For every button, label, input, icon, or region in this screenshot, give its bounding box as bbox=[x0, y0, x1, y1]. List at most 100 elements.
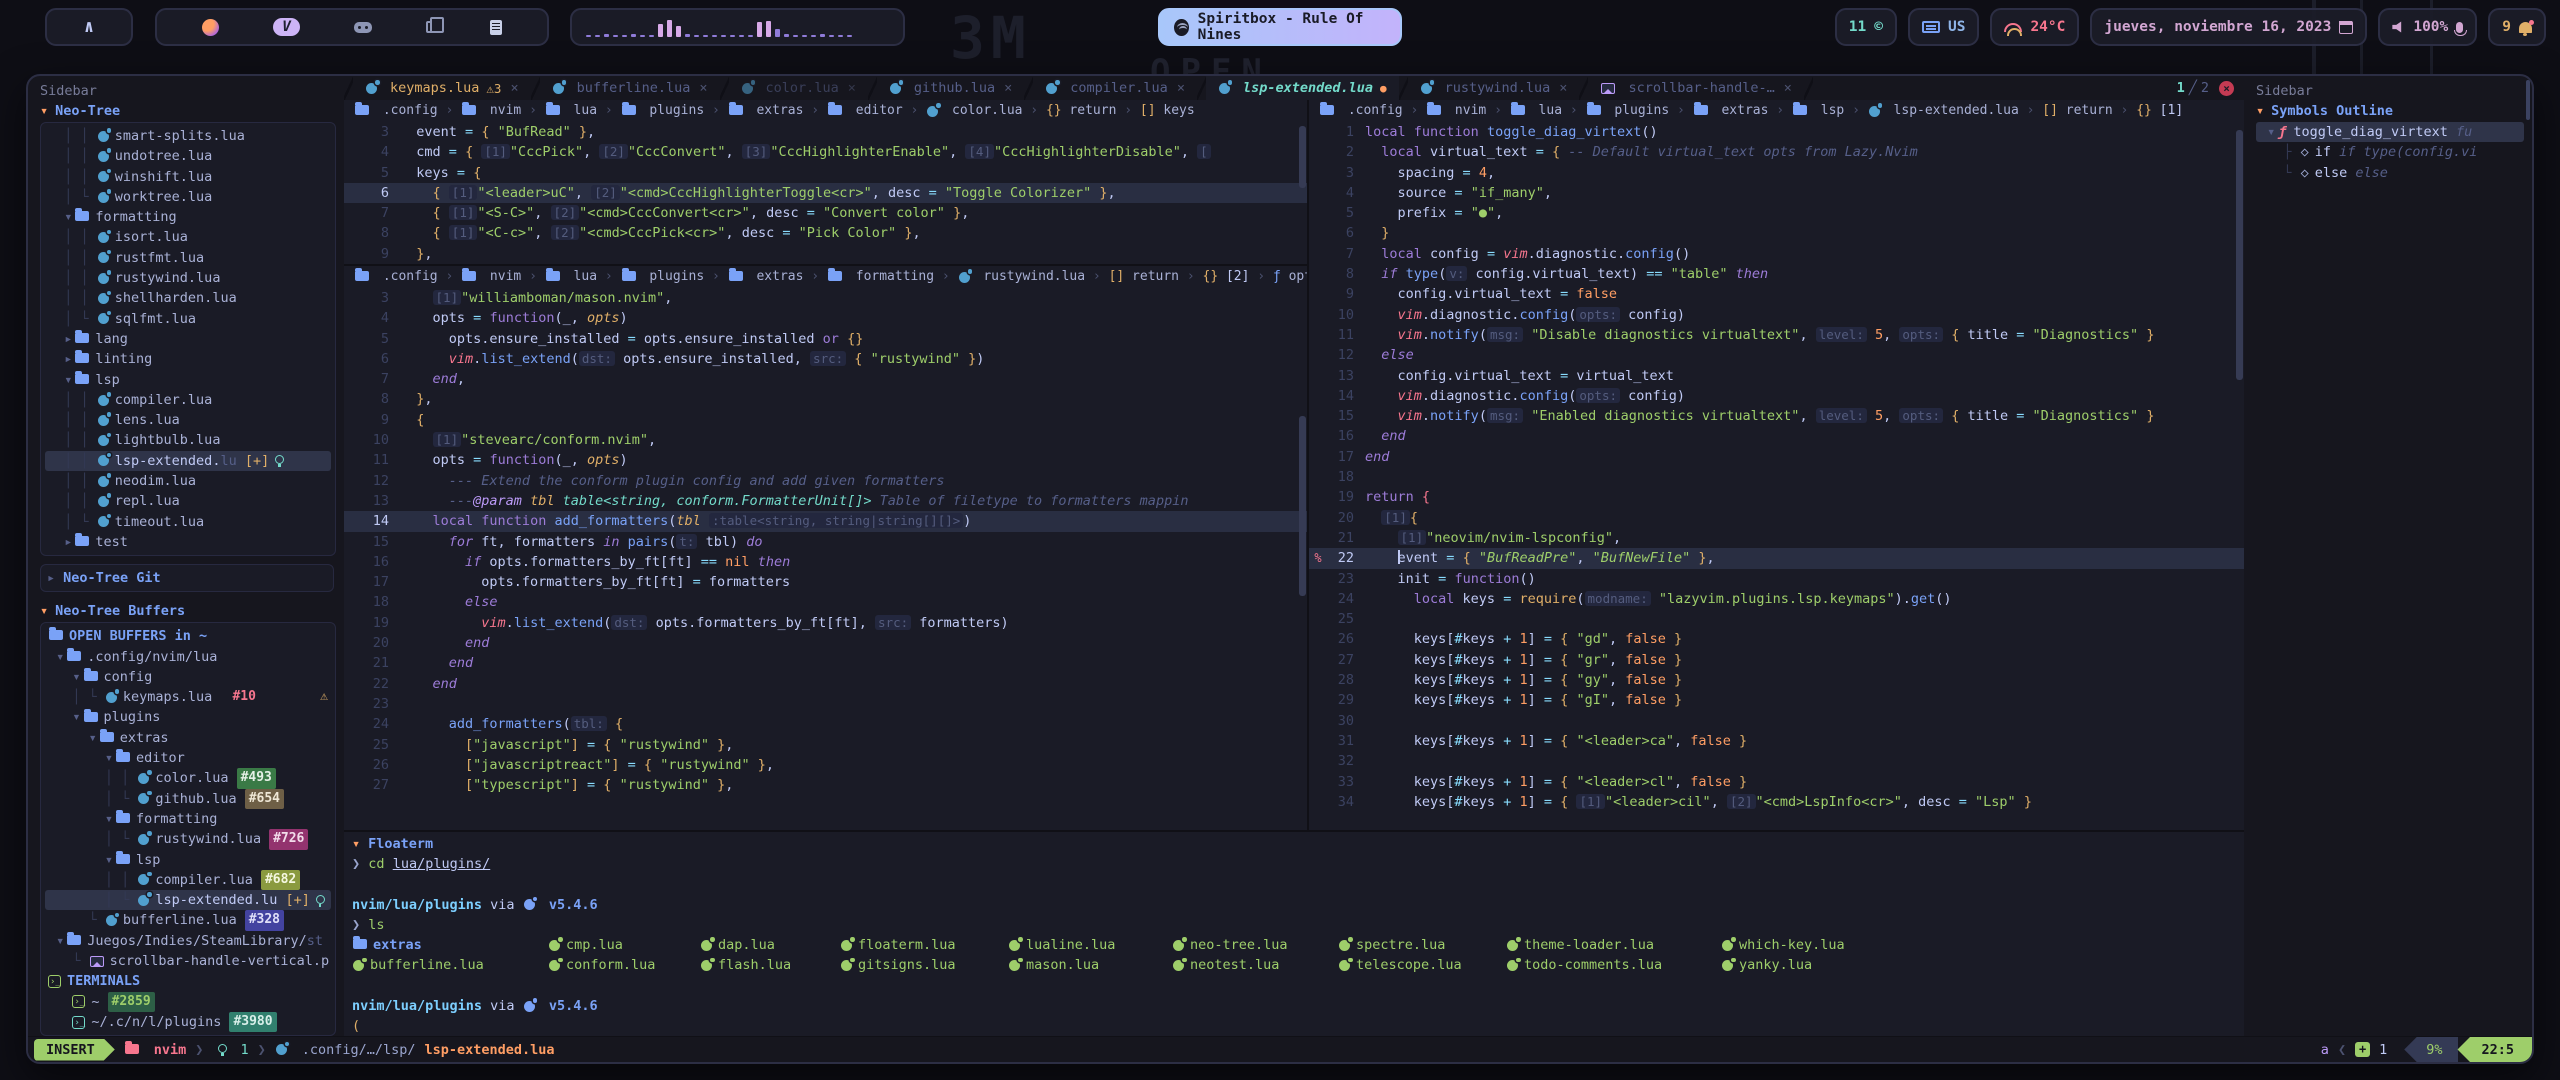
code-line-31[interactable]: 31 keys[#keys + 1] = { "<leader>ca", fal… bbox=[1309, 731, 2244, 751]
tree-item[interactable]: ~#2859 bbox=[45, 992, 331, 1012]
floaterm-header[interactable]: ▾Floaterm bbox=[352, 834, 2244, 854]
code-line-21[interactable]: 21 end bbox=[344, 653, 1307, 673]
code-line-30[interactable]: 30 bbox=[1309, 711, 2244, 731]
close-tab-icon[interactable]: × bbox=[848, 80, 856, 96]
code-line-22[interactable]: %22 event = { "BufReadPre", "BufNewFile"… bbox=[1309, 548, 2244, 568]
terminal-line[interactable]: ❯ ls bbox=[352, 915, 2244, 935]
code-line-26[interactable]: 26 keys[#keys + 1] = { "gd", false } bbox=[1309, 629, 2244, 649]
tab-color.lua[interactable]: color.lua× bbox=[729, 76, 868, 100]
code-line-7[interactable]: 7 local config = vim.diagnostic.config() bbox=[1309, 244, 2244, 264]
terminal-line[interactable] bbox=[352, 874, 2244, 894]
tab-scrollbar-handle-[interactable]: scrollbar-handle-…× bbox=[1588, 76, 1803, 100]
neovim-app-active[interactable]: V bbox=[273, 18, 300, 36]
tree-item[interactable]: ▾config bbox=[45, 667, 331, 687]
tree-item[interactable]: │ │ rustfmt.lua bbox=[45, 248, 331, 268]
chevron-down-icon[interactable]: ▾ bbox=[2267, 122, 2275, 142]
code-line-1[interactable]: 1local function toggle_diag_virtext() bbox=[1309, 122, 2244, 142]
code-line-4[interactable]: 4 cmd = { [1]"CccPick", [2]"CccConvert",… bbox=[344, 142, 1307, 162]
tree-item[interactable]: │ │ rustywind.lua bbox=[45, 268, 331, 288]
code-line-24[interactable]: 24 add_formatters(tbl: { bbox=[344, 714, 1307, 734]
listing-entry[interactable]: which-key.lua bbox=[1721, 935, 1881, 955]
tree-item[interactable]: │ └ timeout.lua bbox=[45, 512, 331, 532]
chevron-right-icon[interactable]: ▸ bbox=[64, 532, 72, 552]
terminals-header[interactable]: TERMINALS bbox=[45, 971, 331, 991]
chevron-down-icon[interactable]: ▾ bbox=[64, 370, 72, 390]
terminal-line[interactable]: extrascmp.luadap.luafloaterm.lualualine.… bbox=[352, 935, 2244, 955]
weather-indicator[interactable]: 24°C bbox=[1990, 8, 2079, 46]
tree-item[interactable]: │ │ repl.lua bbox=[45, 491, 331, 511]
neotree-git-section-header[interactable]: ▸Neo-Tree Git bbox=[40, 564, 334, 592]
code-line-7[interactable]: 7 end, bbox=[344, 369, 1307, 389]
tree-item[interactable]: │ └ sqlfmt.lua bbox=[45, 309, 331, 329]
chevron-down-icon[interactable]: ▾ bbox=[105, 850, 113, 870]
listing-entry[interactable]: dap.lua bbox=[700, 935, 840, 955]
tree-item[interactable]: │ │ smart-splits.lua bbox=[45, 126, 331, 146]
tree-item[interactable]: ▾editor bbox=[45, 748, 331, 768]
tree-item[interactable]: ▾ƒtoggle_diag_virtext fu bbox=[2256, 122, 2524, 142]
code-line-11[interactable]: 11 opts = function(_, opts) bbox=[344, 450, 1307, 470]
listing-entry[interactable]: bufferline.lua bbox=[352, 955, 548, 975]
code-line-23[interactable]: 23 bbox=[344, 694, 1307, 714]
neotree-buffers-section-header[interactable]: ▾Neo-Tree Buffers bbox=[40, 600, 336, 622]
document-icon[interactable] bbox=[490, 20, 502, 35]
tab-keymaps.lua[interactable]: keymaps.lua⚠3× bbox=[353, 76, 531, 100]
tree-item[interactable]: ▾lsp bbox=[45, 370, 331, 390]
listing-entry[interactable]: cmp.lua bbox=[548, 935, 700, 955]
scrollbar[interactable] bbox=[2526, 80, 2530, 120]
tree-item[interactable]: └ scrollbar-handle-vertical.p bbox=[45, 951, 331, 971]
code-line-22[interactable]: 22 end bbox=[344, 674, 1307, 694]
listing-entry[interactable]: spectre.lua bbox=[1338, 935, 1506, 955]
volume-indicator[interactable]: 100% bbox=[2378, 8, 2477, 46]
code-line-12[interactable]: 12 else bbox=[1309, 345, 2244, 365]
tree-item[interactable]: │ │ undotree.lua bbox=[45, 146, 331, 166]
listing-entry[interactable]: conform.lua bbox=[548, 955, 700, 975]
listing-entry[interactable]: extras bbox=[352, 935, 548, 955]
tree-item[interactable]: ▾lsp bbox=[45, 850, 331, 870]
code-line-7[interactable]: 7 { [1]"<S-C>", [2]"<cmd>CccConvert<cr>"… bbox=[344, 203, 1307, 223]
windows-icon[interactable] bbox=[426, 21, 436, 33]
code-line-28[interactable]: 28 keys[#keys + 1] = { "gy", false } bbox=[1309, 670, 2244, 690]
code-line-15[interactable]: 15 vim.notify(msg: "Enabled diagnostics … bbox=[1309, 406, 2244, 426]
tree-item[interactable]: │ └ lsp-extended.lu [+] bbox=[45, 890, 331, 910]
code-line-26[interactable]: 26 ["javascriptreact"] = { "rustywind" }… bbox=[344, 755, 1307, 775]
code-line-19[interactable]: 19return { bbox=[1309, 487, 2244, 507]
tree-item[interactable]: │ │ shellharden.lua bbox=[45, 288, 331, 308]
tree-item[interactable]: │ └ github.lua#654 bbox=[45, 789, 331, 809]
tree-item[interactable]: ▸test bbox=[45, 532, 331, 552]
code-line-18[interactable]: 18 bbox=[1309, 467, 2244, 487]
chevron-right-icon[interactable]: ▸ bbox=[64, 329, 72, 349]
pane-1-button[interactable]: 1 bbox=[2177, 80, 2185, 96]
tree-item[interactable]: │ │ color.lua#493 bbox=[45, 768, 331, 788]
tab-rustywind.lua[interactable]: rustywind.lua× bbox=[1408, 76, 1580, 100]
code-line-8[interactable]: 8 }, bbox=[344, 389, 1307, 409]
pane-2-button[interactable]: 2 bbox=[2201, 80, 2209, 96]
code-line-33[interactable]: 33 keys[#keys + 1] = { "<leader>cl", fal… bbox=[1309, 772, 2244, 792]
listing-entry[interactable]: yanky.lua bbox=[1721, 955, 1881, 975]
code-line-2[interactable]: 2 local virtual_text = { -- Default virt… bbox=[1309, 142, 2244, 162]
firefox-icon[interactable] bbox=[202, 19, 219, 36]
gamepad-icon[interactable] bbox=[354, 22, 372, 33]
close-tab-icon[interactable]: × bbox=[1177, 80, 1185, 96]
scrollbar[interactable] bbox=[1299, 416, 1306, 596]
chevron-down-icon[interactable]: ▾ bbox=[56, 931, 64, 951]
tree-item[interactable]: ├ ◇if if type(config.vi bbox=[2256, 142, 2524, 162]
tree-item[interactable]: │ └ rustywind.lua#726 bbox=[45, 829, 331, 849]
tree-item[interactable]: │ └ keymaps.lua #10⚠ bbox=[45, 687, 331, 707]
listing-entry[interactable]: flash.lua bbox=[700, 955, 840, 975]
code-line-11[interactable]: 11 vim.notify(msg: "Disable diagnostics … bbox=[1309, 325, 2244, 345]
code-line-19[interactable]: 19 vim.list_extend(dst: opts.formatters_… bbox=[344, 613, 1307, 633]
tree-item[interactable]: ▾plugins bbox=[45, 707, 331, 727]
chevron-down-icon[interactable]: ▾ bbox=[105, 748, 113, 768]
code-line-24[interactable]: 24 local keys = require(modname: "lazyvi… bbox=[1309, 589, 2244, 609]
code-line-9[interactable]: 9 }, bbox=[344, 244, 1307, 264]
code-line-10[interactable]: 10 vim.diagnostic.config(opts: config) bbox=[1309, 305, 2244, 325]
chevron-right-icon[interactable]: ▸ bbox=[64, 349, 72, 369]
tab-bufferline.lua[interactable]: bufferline.lua× bbox=[540, 76, 720, 100]
code-line-25[interactable]: 25 bbox=[1309, 609, 2244, 629]
tree-item[interactable]: │ │ compiler.lua bbox=[45, 390, 331, 410]
tree-item[interactable]: ~/.c/n/l/plugins#3980 bbox=[45, 1012, 331, 1032]
code-line-6[interactable]: 6 } bbox=[1309, 223, 2244, 243]
close-tab-icon[interactable]: × bbox=[1784, 80, 1792, 96]
tree-item[interactable]: ▾extras bbox=[45, 728, 331, 748]
terminal-line[interactable]: nvim/lua/plugins via v5.4.6 bbox=[352, 996, 2244, 1016]
